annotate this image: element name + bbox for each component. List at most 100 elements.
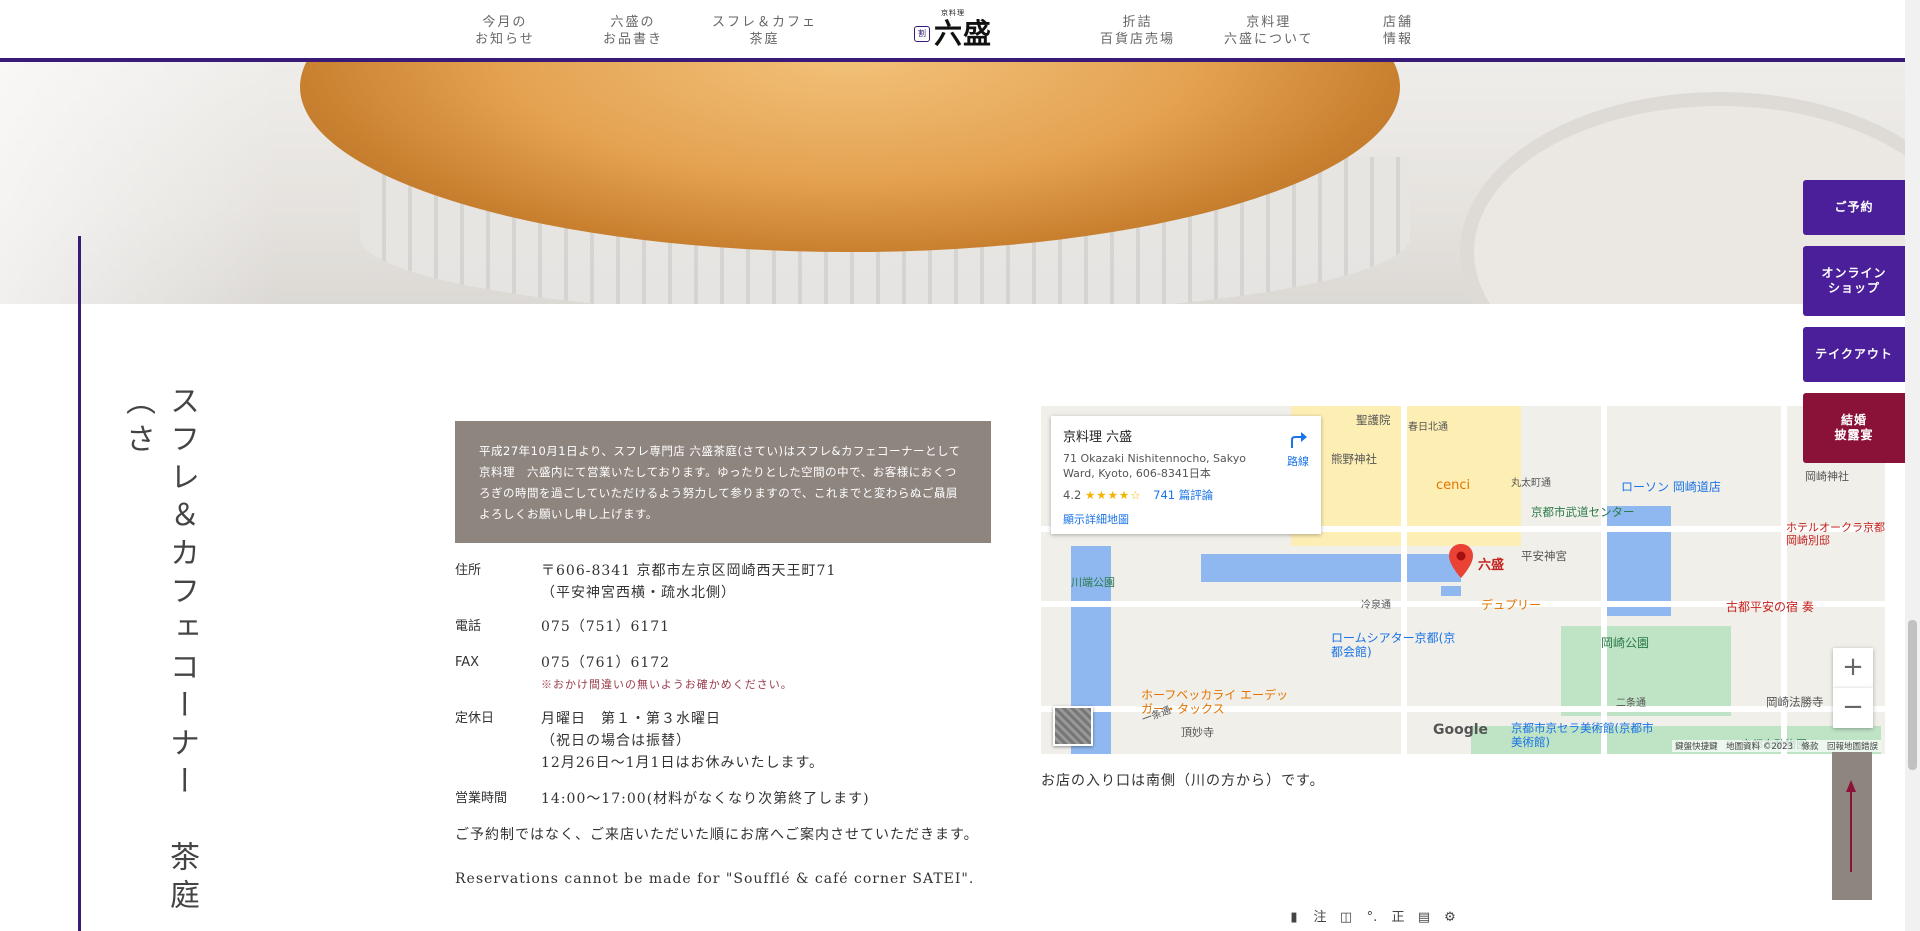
nav-bento[interactable]: 折詰 百貨店売場 (1100, 14, 1175, 48)
nav-souffle-line1: スフレ＆カフェ (712, 15, 818, 30)
closed-line2: （祝日の場合は振替） (541, 733, 691, 749)
map-label-kyocera: 京都市京セラ美術館(京都市美術館) (1511, 721, 1654, 749)
book-icon[interactable]: ▮ (1283, 907, 1305, 929)
map-label-okazaki-jinja: 岡崎神社 (1805, 470, 1849, 483)
map-label-kodai: 古都平安の宿 奏 (1726, 600, 1814, 614)
nav-news[interactable]: 今月の お知らせ (475, 14, 535, 48)
map-card-enlarge-link[interactable]: 顯示詳細地圖 (1063, 511, 1309, 527)
closed-label: 定休日 (455, 711, 495, 726)
google-logo: Google (1433, 722, 1489, 738)
nav-news-line1: 今月の (482, 15, 528, 30)
phone-value[interactable]: 075（751）6171 (541, 616, 1101, 638)
nav-souffle-cafe[interactable]: スフレ＆カフェ 茶庭 (712, 14, 817, 48)
map-label-seigoin: 聖護院 (1356, 413, 1391, 427)
map-pin-icon[interactable] (1449, 544, 1473, 578)
map-label-reisen: 冷泉通 (1361, 600, 1391, 611)
wedding-button-label: 結婚 披露宴 (1834, 413, 1874, 442)
map-card-address: 71 Okazaki Nishitennocho, Sakyo Ward, Ky… (1063, 452, 1246, 480)
map-zoom-out-button[interactable]: − (1833, 688, 1873, 728)
fax-note: ※おかけ間違いの無いようお確かめください。 (541, 678, 793, 691)
map-footer-links[interactable]: 鍵盤快捷鍵 地圖資料 ©2023 條款 回報地圖錯誤 (1672, 740, 1881, 752)
map-caption: お店の入り口は南側（川の方から）です。 (1041, 773, 1325, 789)
site-header: 今月の お知らせ 六盛の お品書き スフレ＆カフェ 茶庭 京料理 割 六盛 折詰… (0, 0, 1905, 62)
map-label-rohm: ロームシアター京都(京都会館) (1331, 631, 1456, 659)
nav-about-line1: 京料理 (1246, 15, 1292, 30)
map-label-nijo: 二条通 (1616, 698, 1646, 709)
map-label-kawabata: 川端公園 (1071, 576, 1115, 589)
nav-menu[interactable]: 六盛の お品書き (603, 14, 663, 48)
map-card-directions[interactable]: 路線 (1287, 428, 1309, 469)
closed-line3: 12月26日〜1月1日はお休みいたします。 (541, 755, 825, 771)
map-label-marutamachi: 丸太町通 (1511, 478, 1551, 489)
map-card-reviews-link[interactable]: 741 篇評論 (1153, 488, 1213, 502)
online-shop-button[interactable]: オンライン ショップ (1803, 246, 1905, 316)
map-label-cenci: cenci (1436, 478, 1471, 493)
gear-icon[interactable]: ⚙ (1439, 907, 1461, 929)
fax-value: 075（761）6172 (541, 655, 671, 671)
map-label-okazaki-park: 岡崎公園 (1601, 636, 1650, 650)
wedding-button[interactable]: 結婚 披露宴 (1803, 393, 1905, 463)
closed-line1: 月曜日 第１・第３水曜日 (541, 711, 721, 727)
section-vertical-title: スフレ＆カフェコーナー 茶庭（さ (120, 385, 199, 917)
takeout-button-label: テイクアウト (1815, 347, 1893, 361)
google-map[interactable]: 京都市武道センター ローソン 岡崎道店 平安神宮 熊野神社 聖護院 春日北通 丸… (1041, 406, 1885, 754)
map-label-kasugakita: 春日北通 (1408, 422, 1448, 433)
map-label-kumano: 熊野神社 (1331, 452, 1377, 466)
logo-main-text: 六盛 (933, 17, 992, 50)
section-accent-line (78, 236, 81, 931)
fax-label: FAX (455, 655, 480, 670)
phone-label: 電話 (455, 619, 482, 634)
map-label-okazaki-hosho: 岡崎法勝寺 (1766, 695, 1824, 709)
hours-value: 14:00〜17:00(材料がなくなり次第終了します) (541, 791, 870, 807)
map-zoom-in-button[interactable]: + (1833, 648, 1873, 688)
map-satellite-toggle[interactable] (1053, 706, 1093, 746)
page: 今月の お知らせ 六盛の お品書き スフレ＆カフェ 茶庭 京料理 割 六盛 折詰… (0, 0, 1920, 931)
reservation-button[interactable]: ご予約 (1803, 180, 1905, 235)
extension-toolbar: ▮ 注 ◫ °. 正 ▤ ⚙ (1283, 905, 1461, 931)
map-label-hotel: ホテルオークラ京都 岡崎別邸 (1786, 521, 1885, 547)
intro-box: 平成27年10月1日より、スフレ専門店 六盛茶庭(さてい)はスフレ&カフェコーナ… (455, 421, 991, 543)
map-card-rating: 4.2 (1063, 488, 1082, 502)
reservation-jp: ご予約制ではなく、ご来店いただいた順にお席へご案内させていただきます。 (455, 827, 979, 843)
arrow-up-shaft (1850, 782, 1852, 872)
nav-bento-line1: 折詰 (1122, 15, 1153, 30)
nav-bento-line2: 百貨店売場 (1100, 32, 1176, 47)
map-canal-2 (1441, 586, 1461, 596)
nav-store-line2: 情報 (1383, 32, 1414, 47)
scrollbar-track[interactable] (1905, 0, 1920, 931)
map-pond (1601, 506, 1671, 616)
map-card-rating-row: 4.2 ★★★★☆ 741 篇評論 (1063, 487, 1309, 503)
map-card-title: 京料理 六盛 (1063, 430, 1133, 445)
correct-icon[interactable]: 正 (1387, 907, 1409, 929)
nav-store-line1: 店舗 (1383, 15, 1414, 30)
address-label: 住所 (455, 563, 482, 578)
address-line2: （平安神宮西横・疏水北側） (541, 585, 736, 601)
hero-souffle-photo (0, 62, 1905, 304)
nav-menu-line2: お品書き (603, 32, 664, 47)
reservation-en: Reservations cannot be made for "Soufflé… (455, 871, 975, 887)
nav-menu-line1: 六盛の (610, 15, 656, 30)
rating-stars-icon: ★★★★☆ (1084, 488, 1142, 502)
punctuation-icon[interactable]: °. (1361, 907, 1383, 929)
site-logo[interactable]: 京料理 割 六盛 (905, 8, 1001, 52)
document-icon[interactable]: ▤ (1413, 907, 1435, 929)
map-label-tapuri: デュプリー (1481, 598, 1542, 612)
address-line1: 〒606-8341 京都市左京区岡崎西天王町71 (541, 563, 837, 579)
hero-fade (0, 62, 280, 304)
note-icon[interactable]: 注 (1309, 907, 1331, 929)
nav-souffle-line2: 茶庭 (749, 32, 780, 47)
nav-news-line2: お知らせ (475, 32, 535, 47)
nav-store-info[interactable]: 店舗 情報 (1383, 14, 1413, 48)
scrollbar-thumb[interactable] (1908, 620, 1917, 770)
panel-icon[interactable]: ◫ (1335, 907, 1357, 929)
map-label-budo: 京都市武道センター (1531, 505, 1635, 519)
map-label-lawson: ローソン 岡崎道店 (1621, 480, 1721, 494)
takeout-button[interactable]: テイクアウト (1803, 327, 1905, 382)
nav-about[interactable]: 京料理 六盛について (1224, 14, 1314, 48)
map-card-route-label: 路線 (1287, 455, 1309, 468)
map-canal (1201, 554, 1461, 582)
map-pin-label: 六盛 (1478, 558, 1505, 573)
page-top-button[interactable] (1832, 752, 1872, 900)
map-road-v2 (1601, 406, 1607, 754)
map-label-chosho: 頂妙寺 (1181, 726, 1214, 739)
